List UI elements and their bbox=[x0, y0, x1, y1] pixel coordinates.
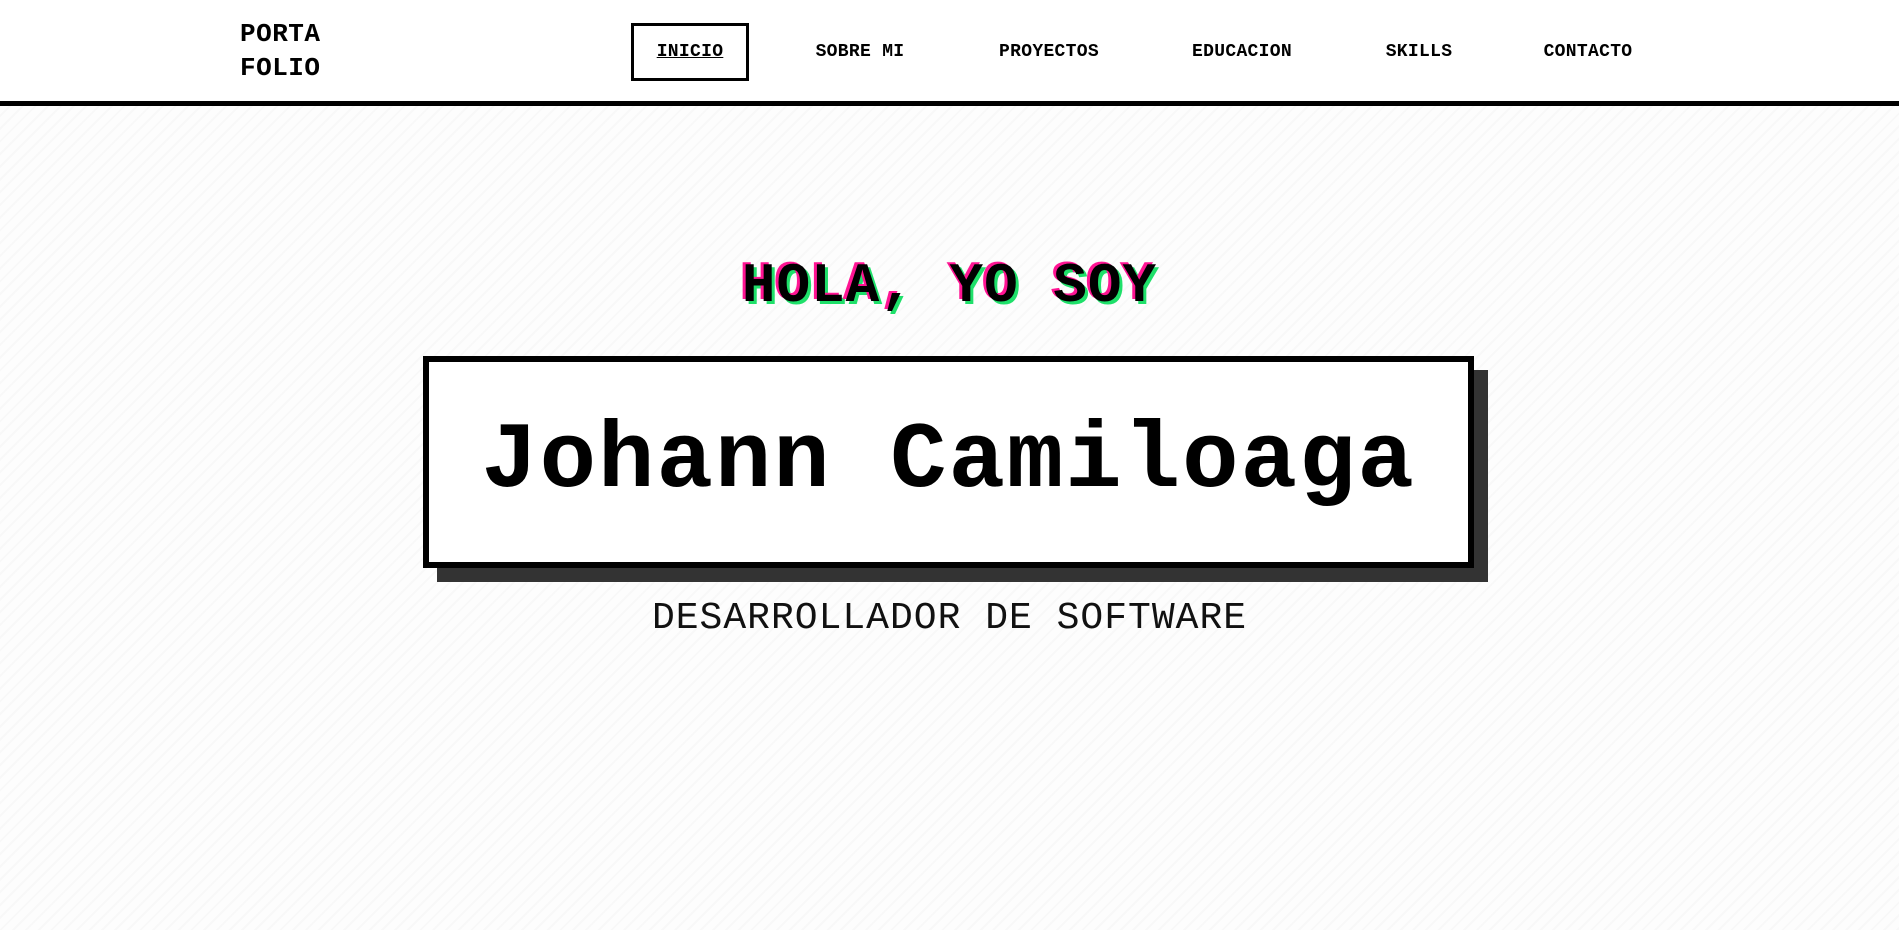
site-header: PORTA FOLIO INICIO SOBRE MI PROYECTOS ED… bbox=[0, 0, 1899, 106]
hero-name: Johann Camiloaga bbox=[481, 409, 1416, 515]
nav-item-skills[interactable]: SKILLS bbox=[1370, 23, 1468, 81]
nav-item-sobre-mi[interactable]: SOBRE MI bbox=[800, 23, 920, 81]
name-box: Johann Camiloaga bbox=[423, 356, 1474, 568]
nav-item-proyectos[interactable]: PROYECTOS bbox=[985, 23, 1113, 81]
nav-item-inicio[interactable]: INICIO bbox=[631, 23, 749, 81]
main-nav: INICIO SOBRE MI PROYECTOS EDUCACION SKIL… bbox=[0, 0, 1899, 100]
hero-role: DESARROLLADOR DE SOFTWARE bbox=[651, 597, 1248, 640]
nav-item-contacto[interactable]: CONTACTO bbox=[1530, 23, 1646, 81]
page: PORTA FOLIO INICIO SOBRE MI PROYECTOS ED… bbox=[0, 0, 1899, 930]
nav-item-educacion[interactable]: EDUCACION bbox=[1178, 23, 1306, 81]
hero-greeting: HOLA, YO SOY bbox=[741, 254, 1158, 318]
